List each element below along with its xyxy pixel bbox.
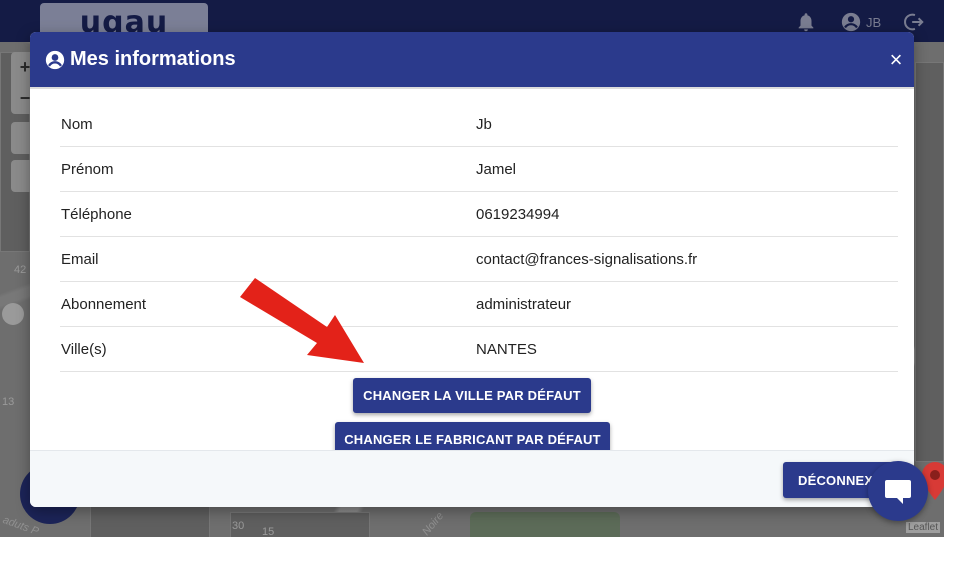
info-label: Abonnement bbox=[61, 296, 147, 313]
info-label: Prénom bbox=[61, 161, 114, 178]
zoom-in-icon[interactable]: + bbox=[20, 57, 31, 78]
close-icon[interactable]: × bbox=[885, 48, 907, 72]
info-row-prenom: Prénom Jamel bbox=[60, 147, 898, 192]
map-label: 30 bbox=[232, 520, 245, 532]
modal-footer: DÉCONNEXION bbox=[30, 450, 914, 507]
info-value: contact@frances-signalisations.fr bbox=[476, 251, 698, 268]
map-building bbox=[230, 512, 370, 537]
map-label: 42 bbox=[14, 264, 27, 276]
info-value: administrateur bbox=[476, 296, 572, 313]
map-label: 15 bbox=[262, 526, 275, 537]
info-row-nom: Nom Jb bbox=[60, 102, 898, 147]
user-circle-icon bbox=[45, 50, 65, 70]
info-row-telephone: Téléphone 0619234994 bbox=[60, 192, 898, 237]
logout-icon[interactable] bbox=[903, 11, 925, 33]
info-label: Email bbox=[61, 251, 99, 268]
map-building bbox=[915, 62, 944, 462]
map-building bbox=[90, 502, 210, 537]
user-info-modal: Mes informations × Nom Jb Prénom Jamel T… bbox=[30, 32, 914, 507]
info-row-abonnement: Abonnement administrateur bbox=[60, 282, 898, 327]
change-default-city-button[interactable]: CHANGER LA VILLE PAR DÉFAUT bbox=[353, 378, 591, 413]
user-initials[interactable]: JB bbox=[866, 15, 881, 30]
map-park bbox=[470, 512, 620, 537]
info-label: Téléphone bbox=[61, 206, 132, 223]
info-value: Jamel bbox=[476, 161, 517, 178]
modal-title: Mes informations bbox=[70, 48, 236, 70]
map-marker-icon[interactable] bbox=[2, 303, 24, 325]
chat-bubble-icon bbox=[885, 480, 911, 504]
red-arrow-annotation-icon bbox=[240, 278, 364, 363]
info-label: Nom bbox=[61, 116, 93, 133]
chat-button[interactable] bbox=[868, 461, 928, 521]
info-table: Nom Jb Prénom Jamel Téléphone 0619234994… bbox=[60, 102, 898, 372]
bell-icon[interactable] bbox=[795, 11, 817, 33]
info-row-email: Email contact@frances-signalisations.fr bbox=[60, 237, 898, 282]
account-circle-icon[interactable] bbox=[840, 11, 862, 33]
info-value: Jb bbox=[476, 116, 492, 133]
map-attribution[interactable]: Leaflet bbox=[906, 522, 941, 533]
info-label: Ville(s) bbox=[61, 341, 107, 358]
map-street-label: Noire bbox=[420, 510, 447, 537]
app-screen: 42 13 30 aduts P Noire 15 uqau JB + − Le… bbox=[0, 0, 944, 537]
info-value: NANTES bbox=[476, 341, 537, 358]
map-label: 13 bbox=[2, 396, 15, 408]
modal-header: Mes informations × bbox=[30, 32, 914, 89]
zoom-out-icon[interactable]: − bbox=[20, 88, 31, 109]
info-row-villes: Ville(s) NANTES bbox=[60, 327, 898, 372]
info-value: 0619234994 bbox=[476, 206, 560, 223]
